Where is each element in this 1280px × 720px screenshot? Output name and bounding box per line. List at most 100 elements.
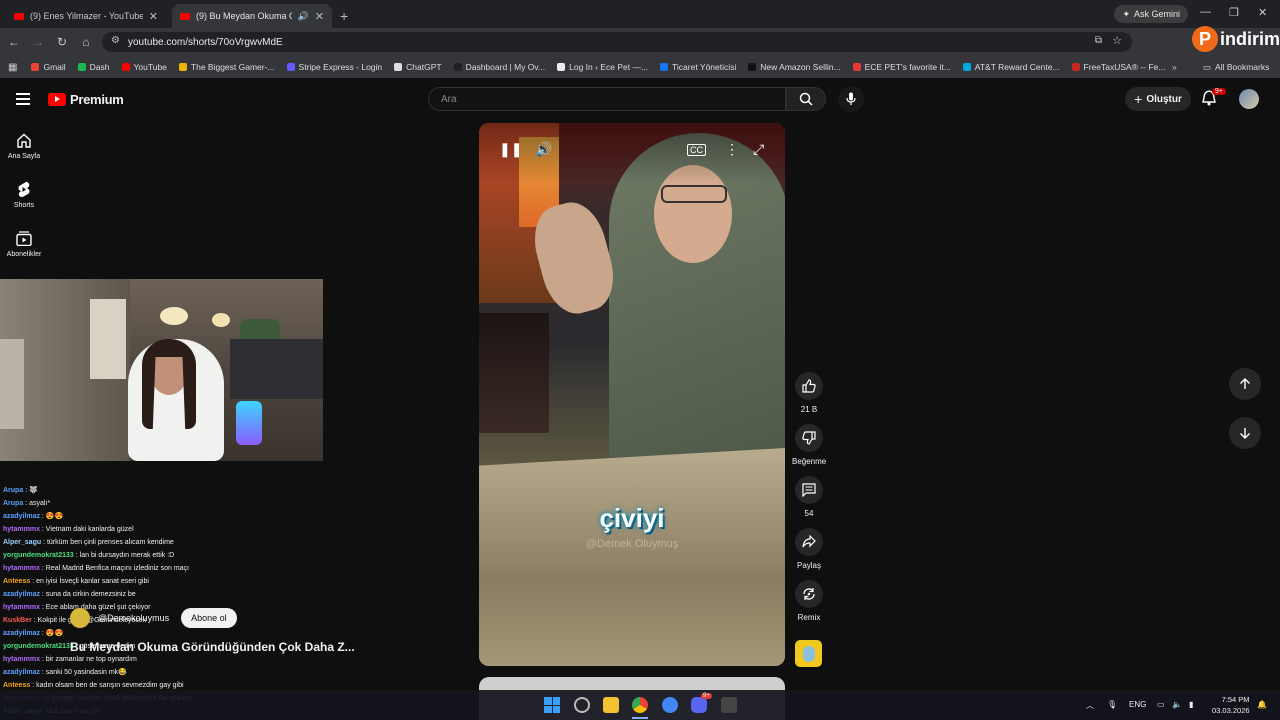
chat-username: Alper_sagu [3, 539, 42, 546]
chat-message: azadyilmaz : 😍😍 [3, 627, 423, 640]
sidebar-item-subscriptions[interactable]: Abonelikler [0, 229, 48, 258]
share-label: Paylaş [796, 561, 821, 570]
url-bar[interactable]: ⚙ youtube.com/shorts/70oVrgwvMdE ⧉ ☆ [102, 32, 1132, 52]
channel-avatar[interactable] [70, 608, 90, 628]
minimize-icon[interactable]: — [1200, 6, 1211, 18]
bookmark-item[interactable]: New Amazon Sellin... [742, 62, 846, 72]
video-title[interactable]: Bu Meydan Okuma Göründüğünden Çok Daha Z… [70, 640, 355, 654]
bookmark-item[interactable]: Dashboard | My Ov... [448, 62, 552, 72]
google-app-icon[interactable] [662, 697, 678, 713]
bookmark-item[interactable]: ChatGPT [388, 62, 447, 72]
sidebar-label: Shorts [13, 202, 35, 209]
app-icon[interactable] [721, 697, 737, 713]
share-button[interactable]: Paylaş [792, 528, 826, 570]
bookmark-item[interactable]: Ticaret Yöneticisi [654, 62, 742, 72]
volume-icon[interactable]: 🔊 [535, 141, 552, 158]
video-caption: çiviyi [599, 503, 665, 533]
back-icon[interactable]: ← [2, 35, 26, 49]
all-bookmarks-button[interactable]: ▭ All Bookmarks [1203, 62, 1269, 73]
arrow-up-icon [1240, 378, 1250, 389]
chat-text: : lan bi dursaydın merak ettik :D [75, 552, 175, 559]
sidebar-item-home[interactable]: Ana Sayfa [0, 131, 48, 160]
previous-short-button[interactable] [1229, 368, 1261, 400]
file-explorer-icon[interactable] [603, 697, 619, 713]
create-button[interactable]: + Oluştur [1125, 87, 1191, 111]
dislike-button[interactable]: Beğenme [792, 424, 826, 466]
comments-button[interactable]: 54 [792, 476, 826, 518]
site-info-icon[interactable]: ⚙ [111, 35, 120, 46]
bookmark-label: Ticaret Yöneticisi [672, 62, 737, 72]
chat-message: Anteess : en iyisi İsveçli kanlar sanat … [3, 575, 423, 588]
bookmark-favicon-icon [121, 63, 130, 71]
plus-icon: + [1134, 91, 1143, 107]
search-button[interactable] [786, 87, 826, 111]
speaker-icon[interactable]: 🔊 [298, 11, 309, 22]
bookmark-favicon-icon [31, 63, 40, 71]
tray-chevron-icon[interactable]: ︿ [1086, 700, 1094, 711]
language-indicator[interactable]: ENG [1129, 700, 1146, 709]
channel-name[interactable]: @Demekoluymus [98, 613, 169, 623]
sound-thumbnail[interactable] [795, 640, 822, 667]
chat-username: azadyilmaz [3, 630, 40, 637]
reload-icon[interactable]: ↻ [50, 35, 74, 49]
next-short-button[interactable] [1229, 417, 1261, 449]
chat-text: : Vietnam daki kanlarda güzel [41, 526, 134, 533]
system-clock[interactable]: 7:54 PM 03.03.2026 [1212, 694, 1250, 716]
pause-icon[interactable]: ❚❚ [499, 141, 522, 158]
short-video-player[interactable]: çiviyi @Demek Oluymuş ❚❚ 🔊 CC ⋮ ⤢ [479, 123, 785, 666]
chat-username: hytammmx [3, 604, 40, 611]
search-input[interactable]: Ara [428, 87, 786, 111]
new-tab-button[interactable]: + [340, 8, 348, 24]
forward-icon[interactable]: → [26, 35, 50, 49]
copilot-icon[interactable] [574, 697, 590, 713]
bookmark-star-icon[interactable]: ☆ [1112, 34, 1122, 47]
tab-current-short[interactable]: (9) Bu Meydan Okuma Görü 🔊 ✕ [172, 4, 332, 28]
chrome-icon[interactable] [632, 697, 648, 713]
like-button[interactable]: 21 B [792, 372, 826, 414]
sidebar-item-shorts[interactable]: Shorts [0, 180, 48, 209]
discord-icon[interactable] [691, 697, 707, 713]
start-icon[interactable] [544, 697, 560, 713]
bookmark-item[interactable]: Log In ‹ Ece Pet —... [551, 62, 654, 72]
channel-row: @Demekoluymus Abone ol [70, 608, 237, 628]
subscribe-button[interactable]: Abone ol [181, 608, 237, 628]
comment-count: 54 [804, 509, 814, 518]
apps-grid-icon[interactable]: ▦ [8, 62, 17, 73]
close-tab-icon[interactable]: ✕ [315, 10, 324, 23]
tab-enes-yilmazer[interactable]: (9) Enes Yilmazer - YouTube ✕ [6, 4, 166, 28]
bookmark-item[interactable]: The Biggest Gamer-... [173, 62, 281, 72]
voice-search-button[interactable] [838, 86, 864, 112]
youtube-logo[interactable]: Premium [48, 92, 124, 107]
ask-gemini-button[interactable]: ✦ Ask Gemini [1114, 5, 1188, 23]
home-button-icon[interactable]: ⌂ [74, 35, 98, 49]
network-icon[interactable]: ▭ [1157, 700, 1165, 709]
menu-icon[interactable] [16, 93, 30, 108]
volume-tray-icon[interactable]: 🔈 [1172, 700, 1182, 709]
bookmark-favicon-icon [178, 63, 187, 71]
bookmark-item[interactable]: ECE PET's favorite it... [847, 62, 957, 72]
bookmark-item[interactable]: Gmail [25, 62, 71, 72]
captions-icon[interactable]: CC [687, 144, 706, 156]
battery-icon[interactable]: ▮ [1189, 700, 1193, 709]
notifications-tray-icon[interactable]: 🔔 [1257, 700, 1267, 709]
active-app-indicator [632, 717, 648, 719]
close-tab-icon[interactable]: ✕ [149, 10, 158, 23]
bookmark-item[interactable]: YouTube [116, 62, 173, 72]
tray-mic-icon[interactable]: 🎙 [1107, 700, 1117, 709]
bookmark-label: ECE PET's favorite it... [864, 62, 951, 72]
install-icon[interactable]: ⧉ [1095, 35, 1102, 46]
bookmark-item[interactable]: AT&T Reward Cente... [957, 62, 1066, 72]
maximize-icon[interactable]: ❐ [1229, 6, 1239, 19]
remix-button[interactable]: Remix [792, 580, 826, 622]
bookmark-label: New Amazon Sellin... [760, 62, 841, 72]
bookmark-item[interactable]: Dash [72, 62, 116, 72]
live-chat-overlay: Arupa : 🐺 Arupa : asyalı* azadyilmaz : 😍😍 h… [3, 484, 423, 718]
account-avatar[interactable] [1239, 89, 1259, 109]
close-window-icon[interactable]: ✕ [1258, 6, 1267, 19]
bookmark-item[interactable]: FreeTaxUSA® -- Fe... [1066, 62, 1172, 72]
fullscreen-icon[interactable]: ⤢ [753, 141, 764, 158]
bookmark-item[interactable]: Stripe Express - Login [281, 62, 389, 72]
windows-taskbar: 9+ ︿ 🎙 ENG ▭ 🔈 ▮ 7:54 PM 03.03.2026 🔔 [0, 690, 1280, 720]
more-bookmarks-icon[interactable]: » [1172, 62, 1177, 72]
more-options-icon[interactable]: ⋮ [725, 141, 739, 158]
